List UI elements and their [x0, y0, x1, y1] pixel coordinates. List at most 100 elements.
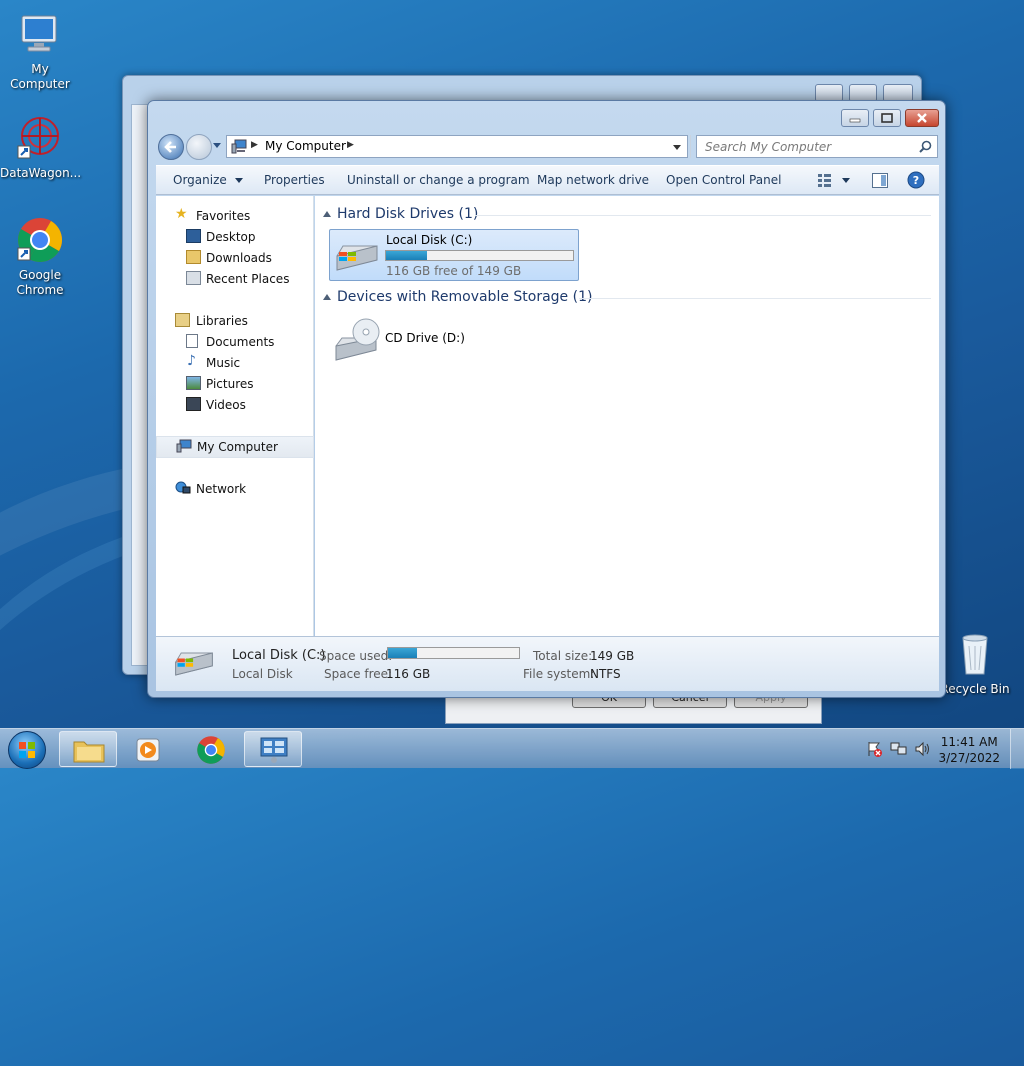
- group-header-label: Devices with Removable Storage (1): [337, 289, 593, 305]
- control-panel-icon: [260, 737, 288, 763]
- volume-icon[interactable]: [914, 741, 932, 760]
- chevron-down-icon: [234, 178, 243, 183]
- back-button[interactable]: [158, 134, 184, 160]
- nav-label: Desktop: [206, 230, 256, 244]
- change-view-button[interactable]: [817, 172, 851, 191]
- nav-label: Videos: [206, 398, 246, 412]
- taskbar-control-panel[interactable]: [244, 731, 302, 767]
- nav-my-computer[interactable]: My Computer: [156, 436, 314, 458]
- file-system-label: File system:: [523, 667, 595, 681]
- help-button[interactable]: ?: [907, 171, 925, 192]
- space-used-label: Space used:: [319, 649, 393, 663]
- action-center-icon[interactable]: [866, 741, 882, 760]
- organize-button[interactable]: Organize: [173, 173, 243, 187]
- svg-text:?: ?: [913, 174, 919, 187]
- address-row: ▶ My Computer ▶ ⇆ Search My Computer: [154, 131, 939, 163]
- search-input[interactable]: Search My Computer: [696, 135, 938, 158]
- hard-drive-icon: [336, 245, 378, 271]
- pictures-icon: [186, 376, 201, 390]
- media-player-icon: [136, 738, 160, 762]
- desktop-icon-datawagon[interactable]: DataWagon...: [0, 114, 82, 181]
- videos-icon: [186, 397, 201, 411]
- space-free-value: 116 GB: [386, 667, 431, 681]
- downloads-folder-icon: [186, 250, 201, 264]
- nav-label: Favorites: [196, 209, 251, 223]
- preview-pane-button[interactable]: [872, 173, 888, 191]
- desktop-icon-label: Recycle Bin: [940, 682, 1010, 696]
- group-header-label: Hard Disk Drives (1): [337, 206, 479, 222]
- nav-label: Recent Places: [206, 272, 290, 286]
- space-used-bar: [387, 647, 520, 659]
- address-dropdown-icon[interactable]: [673, 145, 681, 150]
- computer-icon: [16, 10, 64, 58]
- total-size-value: 149 GB: [590, 649, 635, 663]
- nav-documents[interactable]: Documents: [156, 332, 314, 352]
- space-used-fill: [388, 648, 417, 658]
- desktop-icon-label: DataWagon...: [0, 166, 82, 180]
- group-header-removable-storage[interactable]: Devices with Removable Storage (1): [323, 289, 592, 305]
- desktop-icon-recycle-bin[interactable]: Recycle Bin: [935, 630, 1015, 697]
- nav-network[interactable]: Network: [156, 479, 314, 499]
- minimize-button[interactable]: [841, 109, 869, 127]
- group-header-hard-disk-drives[interactable]: Hard Disk Drives (1): [323, 206, 478, 222]
- explorer-window[interactable]: ▶ My Computer ▶ ⇆ Search My Computer Org…: [147, 100, 946, 698]
- organize-label: Organize: [173, 173, 227, 187]
- nav-videos[interactable]: Videos: [156, 395, 314, 415]
- libraries-icon: [175, 313, 190, 327]
- taskbar: 11:41 AM 3/27/2022: [0, 728, 1024, 769]
- network-status-icon[interactable]: [890, 741, 908, 760]
- desktop-icon-google-chrome[interactable]: Google Chrome: [0, 216, 80, 298]
- nav-label: My Computer: [197, 440, 278, 454]
- start-button[interactable]: [8, 731, 46, 769]
- maximize-button[interactable]: [873, 109, 901, 127]
- nav-pictures[interactable]: Pictures: [156, 374, 314, 394]
- taskbar-media-player[interactable]: [120, 731, 178, 767]
- breadcrumb-my-computer[interactable]: My Computer: [265, 139, 346, 153]
- desktop-icon-my-computer[interactable]: My Computer: [0, 10, 80, 92]
- address-bar[interactable]: ▶ My Computer ▶: [226, 135, 688, 158]
- clock-date: 3/27/2022: [938, 751, 1000, 765]
- file-system-value: NTFS: [590, 667, 621, 681]
- nav-favorites[interactable]: ★ Favorites: [156, 206, 314, 226]
- open-control-panel-button[interactable]: Open Control Panel: [666, 173, 781, 187]
- nav-downloads[interactable]: Downloads: [156, 248, 314, 268]
- details-pane: Local Disk (C:) Local Disk Space used: S…: [156, 636, 939, 691]
- nav-music[interactable]: ♪ Music: [156, 353, 314, 373]
- search-placeholder: Search My Computer: [705, 140, 832, 154]
- star-icon: ★: [175, 206, 188, 222]
- datawagon-icon: [16, 114, 64, 162]
- nav-label: Network: [196, 482, 247, 496]
- close-button[interactable]: [905, 109, 939, 127]
- nav-libraries[interactable]: Libraries: [156, 311, 314, 331]
- drive-local-disk-c[interactable]: Local Disk (C:) 116 GB free of 149 GB: [329, 229, 579, 281]
- drive-name: Local Disk (C:): [386, 233, 473, 247]
- details-drive-type: Local Disk: [232, 667, 293, 681]
- nav-label: Libraries: [196, 314, 248, 328]
- properties-button[interactable]: Properties: [264, 173, 325, 187]
- search-icon[interactable]: [919, 140, 932, 153]
- help-icon: ?: [907, 171, 925, 189]
- drive-cd-d[interactable]: CD Drive (D:): [329, 314, 579, 366]
- nav-recent-places[interactable]: Recent Places: [156, 269, 314, 289]
- chrome-icon: [197, 736, 225, 764]
- nav-desktop[interactable]: Desktop: [156, 227, 314, 247]
- recent-places-icon: [186, 271, 201, 285]
- preview-pane-icon: [872, 173, 888, 188]
- forward-button[interactable]: [186, 134, 212, 160]
- uninstall-program-button[interactable]: Uninstall or change a program: [347, 173, 530, 187]
- taskbar-chrome[interactable]: [182, 731, 240, 767]
- show-desktop-button[interactable]: [1010, 729, 1024, 769]
- documents-icon: [186, 334, 198, 348]
- recent-pages-dropdown[interactable]: [213, 143, 221, 148]
- arrow-left-icon: [164, 141, 176, 153]
- network-icon: [175, 481, 191, 495]
- hard-drive-icon: [175, 652, 213, 676]
- breadcrumb-separator-icon[interactable]: ▶: [347, 140, 354, 150]
- clock[interactable]: 11:41 AM 3/27/2022: [938, 734, 1000, 766]
- map-network-drive-button[interactable]: Map network drive: [537, 173, 649, 187]
- nav-label: Downloads: [206, 251, 272, 265]
- taskbar-explorer[interactable]: [59, 731, 117, 767]
- breadcrumb-separator-icon[interactable]: ▶: [251, 140, 258, 150]
- computer-icon: [231, 139, 247, 154]
- collapse-icon: [323, 294, 331, 300]
